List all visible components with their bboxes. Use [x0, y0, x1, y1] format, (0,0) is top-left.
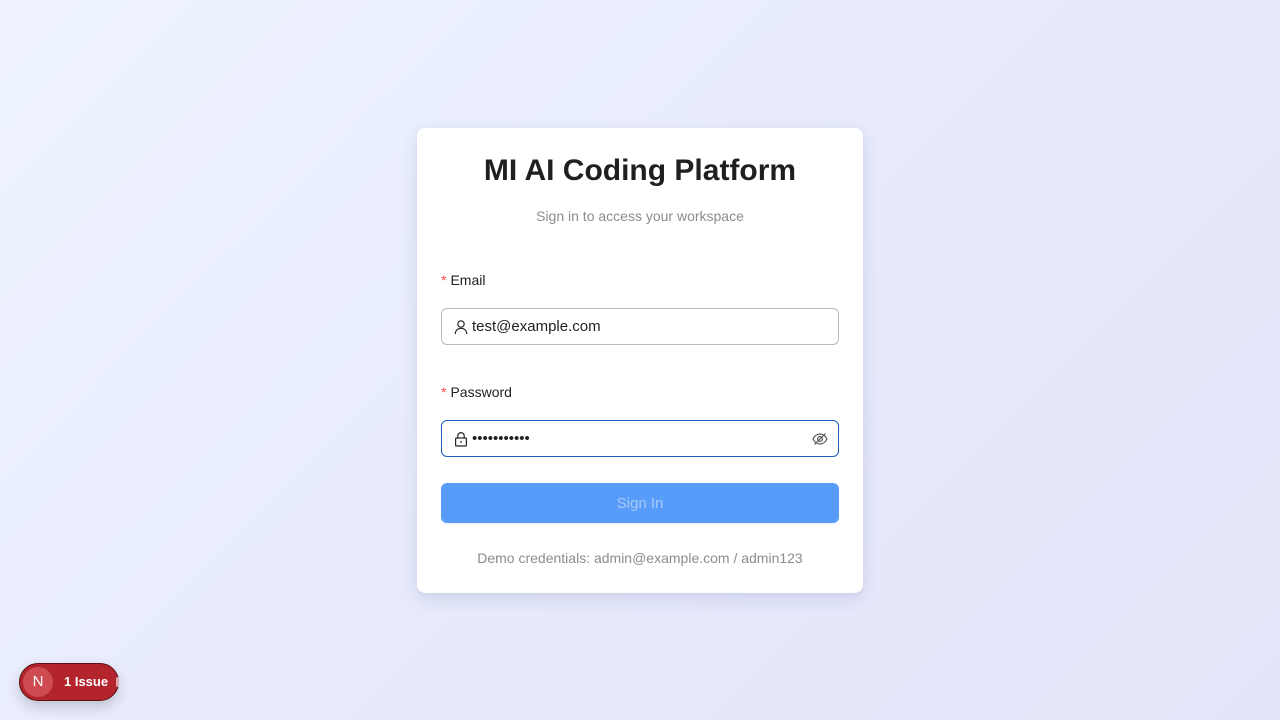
- password-field[interactable]: [441, 420, 839, 457]
- badge-handle: [116, 677, 119, 687]
- page-subtitle: Sign in to access your workspace: [536, 208, 744, 224]
- required-mark: *: [441, 272, 447, 288]
- sign-in-button[interactable]: Sign In: [441, 483, 839, 523]
- email-field[interactable]: [441, 308, 839, 345]
- email-label: * Email: [441, 271, 485, 289]
- password-label-text: Password: [450, 384, 512, 400]
- page-title: MI AI Coding Platform: [483, 154, 797, 187]
- eye-off-icon[interactable]: [812, 431, 828, 447]
- password-label: * Password: [441, 383, 512, 401]
- issues-count[interactable]: 1 Issue: [64, 664, 108, 700]
- dev-issues-indicator[interactable]: N 1 Issue: [19, 663, 119, 701]
- nextjs-logo-icon: N: [23, 667, 53, 697]
- user-icon: [454, 320, 468, 335]
- email-label-text: Email: [450, 272, 486, 288]
- email-input[interactable]: [472, 309, 802, 344]
- password-input[interactable]: [472, 421, 802, 456]
- demo-credentials: Demo credentials: admin@example.com / ad…: [477, 550, 803, 566]
- lock-icon: [454, 432, 468, 447]
- required-mark: *: [441, 384, 447, 400]
- login-card: MI AI Coding Platform Sign in to access …: [417, 128, 863, 593]
